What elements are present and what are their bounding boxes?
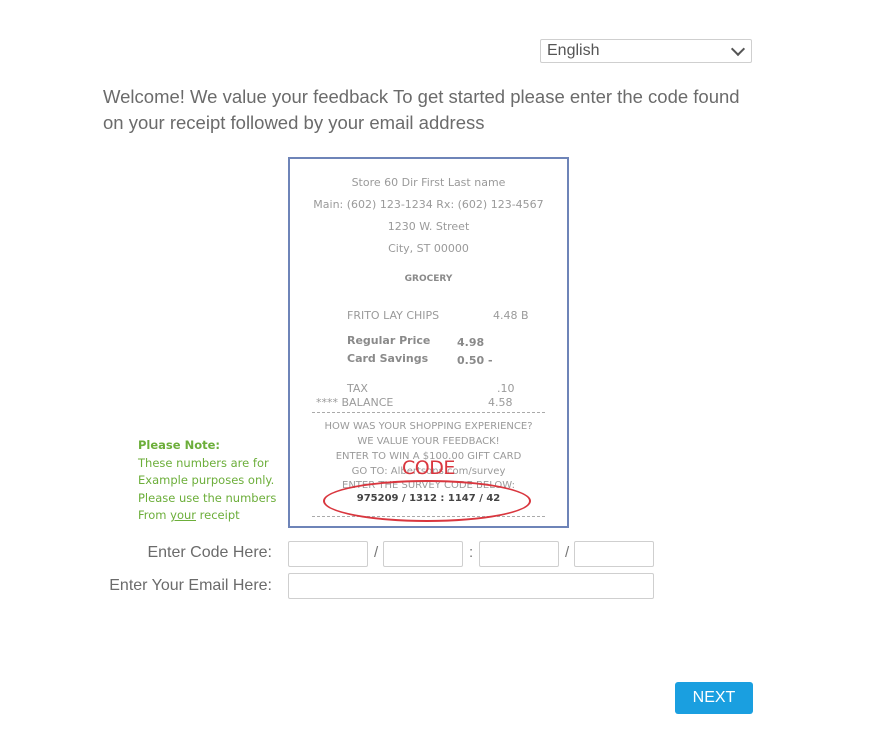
- receipt-phone-line: Main: (602) 123-1234 Rx: (602) 123-4567: [313, 198, 544, 211]
- receipt-department: GROCERY: [404, 274, 453, 284]
- chevron-down-icon: [730, 41, 746, 57]
- code-input-2[interactable]: [383, 541, 463, 567]
- welcome-text: Welcome! We value your feedback To get s…: [103, 86, 740, 133]
- receipt-divider: [312, 412, 545, 413]
- receipt-item-price: 4.48 B: [493, 309, 529, 322]
- code-separator: /: [565, 544, 570, 561]
- language-select-value: English: [547, 42, 600, 59]
- note-line: These numbers are for: [138, 455, 269, 470]
- receipt-survey-line: WE VALUE YOUR FEEDBACK!: [357, 436, 500, 447]
- receipt-tax-label: TAX: [347, 382, 368, 395]
- code-separator: /: [374, 544, 379, 561]
- receipt-regular-price-label: Regular Price: [347, 334, 431, 347]
- note-text: receipt: [196, 508, 240, 522]
- receipt-balance-value: 4.58: [488, 396, 513, 409]
- note-line: From your receipt: [138, 507, 276, 525]
- receipt-tax-value: .10: [497, 382, 515, 395]
- receipt-item-name: FRITO LAY CHIPS: [347, 309, 440, 322]
- receipt-example-image: Store 60 Dir First Last name Main: (602)…: [288, 157, 569, 528]
- code-annotation: CODE: [402, 457, 455, 479]
- next-button[interactable]: NEXT: [675, 682, 753, 714]
- receipt-store-line: Store 60 Dir First Last name: [351, 176, 506, 189]
- receipt-regular-price-value: 4.98: [457, 336, 485, 349]
- note-heading: Please Note:: [138, 438, 220, 452]
- code-separator: :: [469, 544, 474, 561]
- receipt-card-savings-value: 0.50 -: [457, 354, 493, 367]
- example-note: Please Note: These numbers are for Examp…: [138, 437, 276, 525]
- receipt-city-line: City, ST 00000: [388, 242, 469, 255]
- receipt-street-line: 1230 W. Street: [387, 220, 470, 233]
- code-input-1[interactable]: [288, 541, 368, 567]
- code-input-4[interactable]: [574, 541, 654, 567]
- receipt-card-savings-label: Card Savings: [347, 352, 429, 365]
- note-emphasis: your: [170, 508, 197, 522]
- email-label: Enter Your Email Here:: [109, 577, 272, 594]
- code-label: Enter Code Here:: [147, 544, 272, 561]
- note-line: Please use the numbers: [138, 490, 277, 505]
- code-input-3[interactable]: [479, 541, 559, 567]
- receipt-balance-label: **** BALANCE: [316, 396, 394, 409]
- note-line: Example purposes only.: [138, 473, 275, 487]
- receipt-survey-line: HOW WAS YOUR SHOPPING EXPERIENCE?: [324, 421, 533, 432]
- code-highlight-ellipse: [323, 480, 531, 522]
- language-select[interactable]: English: [540, 39, 752, 63]
- note-text: From: [138, 508, 171, 522]
- email-input[interactable]: [288, 573, 654, 599]
